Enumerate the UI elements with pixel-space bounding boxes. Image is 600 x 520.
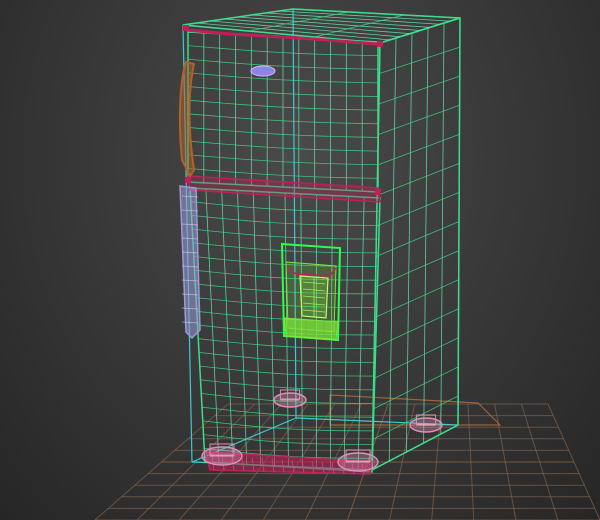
wire-vertical <box>357 197 365 472</box>
wire-horizontal <box>376 162 460 196</box>
door-divider-seal <box>187 175 381 203</box>
cabinet-top-panel-outline <box>182 8 461 44</box>
wire-vertical <box>237 190 248 465</box>
cabinet-top-panel[interactable] <box>182 8 461 44</box>
wireframe-scene[interactable] <box>0 0 600 520</box>
3d-viewport[interactable] <box>0 0 600 520</box>
cabinet-side-panel[interactable] <box>371 16 461 472</box>
refrigerator-cabinet[interactable] <box>182 8 461 473</box>
leveling-foot[interactable] <box>273 389 307 408</box>
wire-horizontal <box>373 337 459 379</box>
wire-vertical <box>221 189 234 464</box>
wire-vertical <box>268 192 275 467</box>
wire-horizontal <box>378 104 460 135</box>
wire-horizontal <box>374 308 459 349</box>
bounding-box <box>182 8 461 471</box>
logo-badge <box>250 65 276 77</box>
wire-vertical <box>252 191 262 466</box>
corner-marker <box>375 189 381 195</box>
freezer-door[interactable] <box>187 31 379 193</box>
cabinet-side-panel-outline <box>371 16 461 472</box>
freezer-door-seal <box>185 28 379 46</box>
corner-marker <box>185 177 191 183</box>
freezer-door-handle[interactable] <box>178 60 196 178</box>
refrigerator-details[interactable] <box>178 25 443 475</box>
wire-horizontal <box>379 46 460 74</box>
wire-vertical <box>237 16 421 31</box>
dispenser-drip-tray <box>283 317 339 341</box>
corner-marker <box>183 25 189 31</box>
wire-horizontal <box>374 279 459 318</box>
water-dispenser[interactable] <box>280 242 342 342</box>
wire-horizontal <box>372 395 459 440</box>
leveling-foot[interactable] <box>201 443 243 466</box>
wire-horizontal <box>377 133 460 166</box>
wire-horizontal <box>375 221 460 257</box>
wire-vertical <box>343 196 349 471</box>
wire-horizontal <box>376 192 460 227</box>
wire-horizontal <box>378 75 460 105</box>
corner-marker <box>377 41 383 47</box>
bounding-box-edge <box>292 8 297 419</box>
fresh-food-door-handle[interactable] <box>179 185 201 340</box>
wire-horizontal <box>375 250 460 288</box>
